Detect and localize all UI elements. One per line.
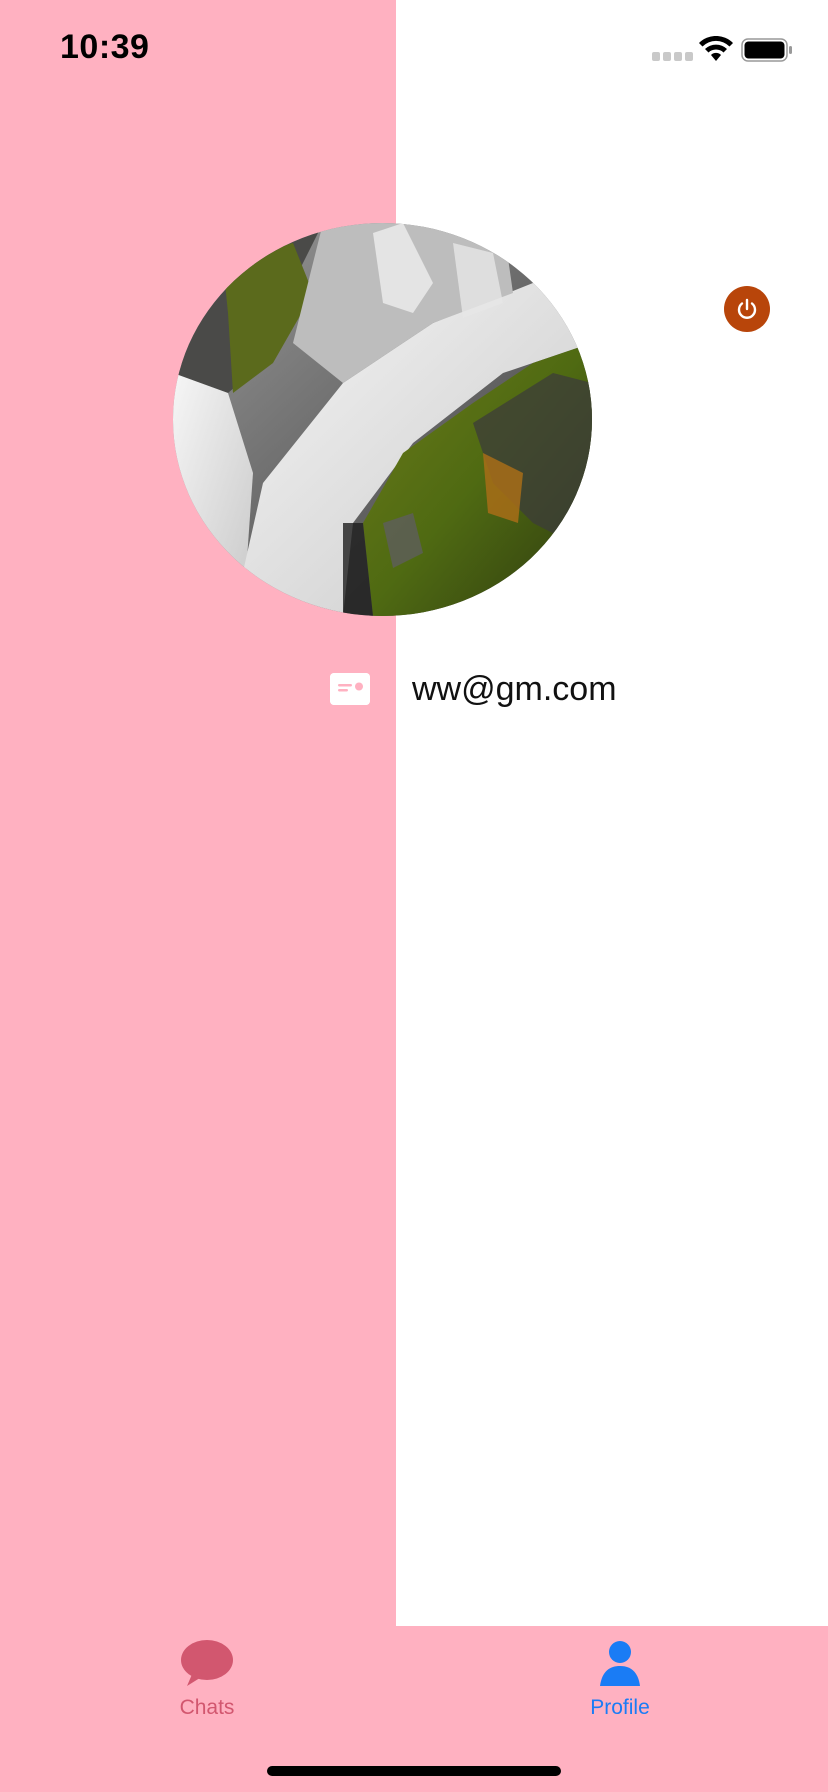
tab-chats-label: Chats	[179, 1696, 235, 1719]
profile-avatar[interactable]	[173, 223, 592, 616]
tab-profile[interactable]: Profile	[545, 1626, 695, 1736]
home-indicator	[267, 1766, 561, 1776]
cellular-signal-icon	[652, 52, 693, 61]
battery-icon	[741, 38, 792, 62]
id-card-icon	[330, 673, 370, 705]
power-icon	[737, 298, 757, 319]
tab-chats[interactable]: Chats	[132, 1626, 282, 1736]
chat-bubble-icon	[181, 1640, 233, 1686]
email-text: ww@gm.com	[412, 670, 617, 708]
tab-profile-label: Profile	[590, 1696, 650, 1719]
status-time: 10:39	[60, 28, 150, 66]
waterfall-photo	[173, 223, 592, 616]
logout-button[interactable]	[724, 286, 770, 332]
wifi-icon	[699, 36, 733, 61]
person-icon	[600, 1641, 640, 1686]
